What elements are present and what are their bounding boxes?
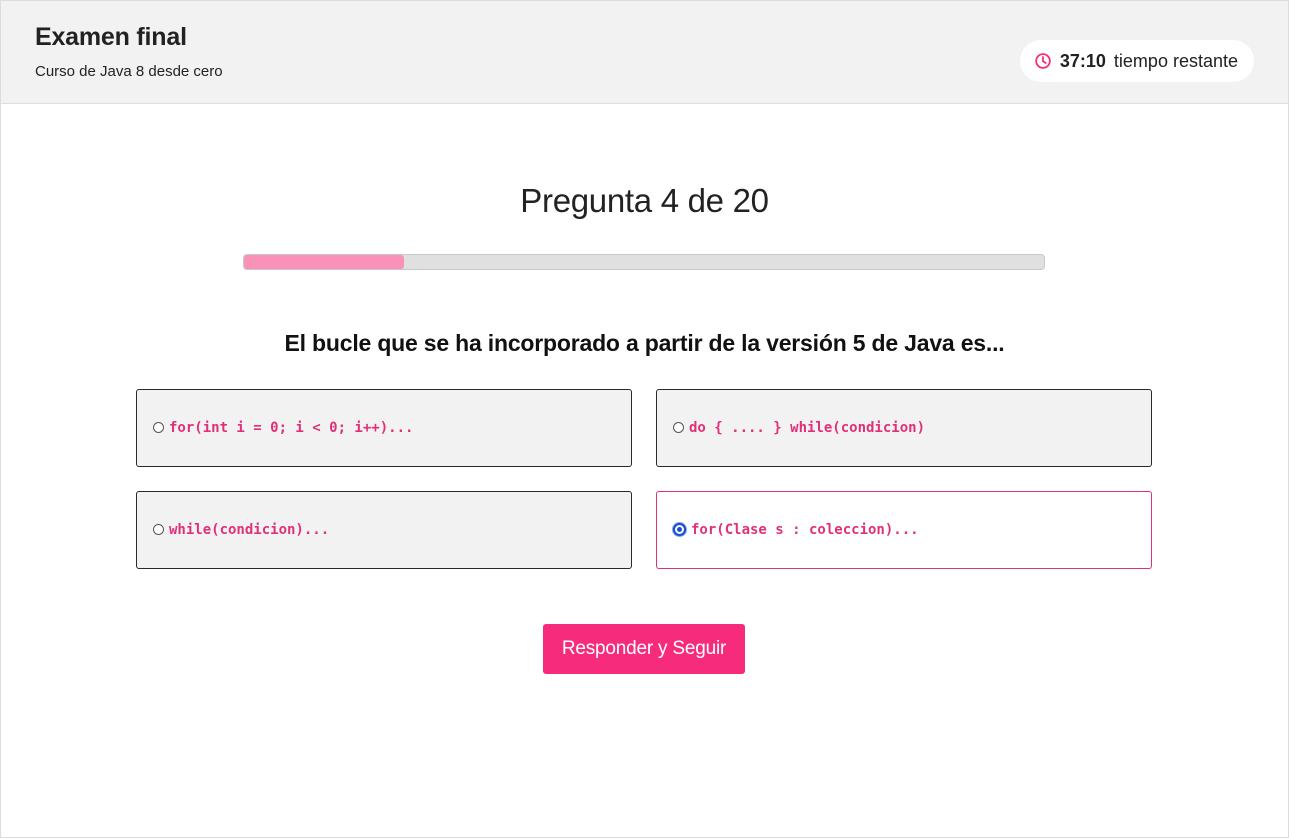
- clock-icon: [1035, 53, 1051, 69]
- exam-title: Examen final: [35, 23, 187, 51]
- answer-option-text: for(int i = 0; i < 0; i++)...: [169, 420, 414, 436]
- answer-option-text: do { .... } while(condicion): [689, 420, 926, 436]
- question-text: El bucle que se ha incorporado a partir …: [284, 330, 1005, 356]
- answer-option[interactable]: for(Clase s : coleccion)...: [656, 491, 1152, 569]
- answer-option[interactable]: for(int i = 0; i < 0; i++)...: [136, 389, 632, 467]
- course-name: Curso de Java 8 desde cero: [35, 63, 223, 80]
- timer-label: tiempo restante: [1113, 50, 1238, 71]
- timer-value: 37:10: [1059, 50, 1106, 71]
- answer-options: for(int i = 0; i < 0; i++)... do { .... …: [136, 389, 1152, 569]
- answer-radio[interactable]: [153, 523, 164, 535]
- answer-option-text: for(Clase s : coleccion)...: [691, 522, 919, 538]
- time-remaining-badge: 37:10 tiempo restante: [1019, 40, 1254, 82]
- exam-header: Examen final Curso de Java 8 desde cero …: [1, 1, 1288, 104]
- exam-page: Examen final Curso de Java 8 desde cero …: [0, 0, 1289, 838]
- answer-radio[interactable]: [673, 421, 684, 433]
- question-counter: Pregunta 4 de 20: [520, 182, 769, 219]
- answer-option[interactable]: while(condicion)...: [136, 491, 632, 569]
- answer-option[interactable]: do { .... } while(condicion): [656, 389, 1152, 467]
- progress-bar: [243, 254, 1045, 270]
- progress-bar-fill: [244, 255, 404, 269]
- answer-option-text: while(condicion)...: [169, 522, 330, 538]
- submit-answer-button[interactable]: Responder y Seguir: [543, 624, 745, 674]
- answer-radio[interactable]: [673, 522, 686, 536]
- answer-radio[interactable]: [153, 421, 164, 433]
